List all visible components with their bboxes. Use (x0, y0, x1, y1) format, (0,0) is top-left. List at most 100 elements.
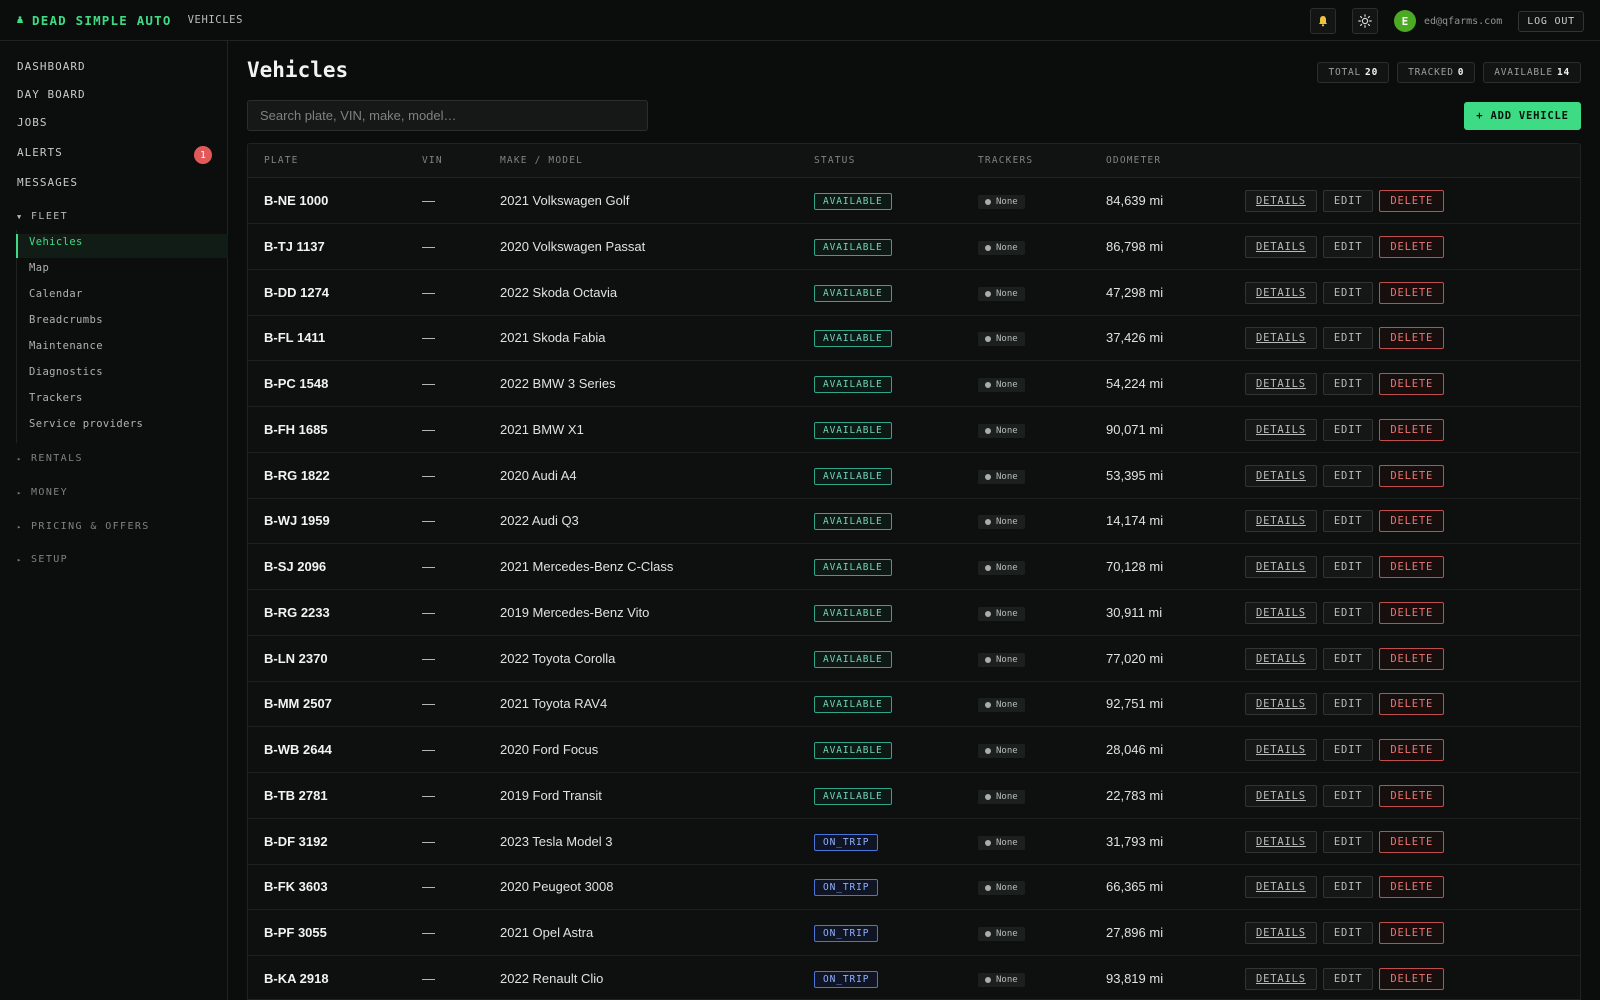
table-row[interactable]: B-PF 3055 — 2021 Opel Astra ON_TRIP None 27,8… (248, 910, 1580, 956)
edit-button[interactable]: EDIT (1322, 235, 1374, 258)
details-button[interactable]: DETAILS (1245, 327, 1317, 350)
sidebar-group-rentals[interactable]: ▸ RENTALS (17, 453, 83, 464)
table-row[interactable]: B-TB 2781 — 2019 Ford Transit AVAILABLE None… (248, 773, 1580, 819)
delete-button[interactable]: DELETE (1379, 327, 1445, 350)
details-button[interactable]: DETAILS (1245, 693, 1317, 716)
details-button[interactable]: DETAILS (1245, 876, 1317, 899)
details-button[interactable]: DETAILS (1245, 556, 1317, 578)
edit-button[interactable]: EDIT (1322, 510, 1374, 533)
notifications-button[interactable] (1309, 8, 1336, 34)
sidebar-item-service-providers[interactable]: Service providers (29, 418, 143, 430)
details-button[interactable]: DETAILS (1245, 510, 1317, 533)
edit-button[interactable]: EDIT (1322, 922, 1374, 944)
sidebar-group-money[interactable]: ▸ MONEY (17, 487, 68, 498)
details-button[interactable]: DETAILS (1245, 739, 1317, 761)
sidebar-item-trackers[interactable]: Trackers (29, 392, 83, 404)
sidebar-item-diagnostics[interactable]: Diagnostics (29, 366, 103, 378)
edit-button[interactable]: EDIT (1322, 556, 1374, 578)
column-header-status[interactable]: STATUS (814, 155, 856, 166)
edit-button[interactable]: EDIT (1322, 373, 1374, 395)
delete-button[interactable]: DELETE (1379, 967, 1445, 990)
delete-button[interactable]: DELETE (1379, 922, 1445, 944)
theme-toggle-button[interactable] (1351, 8, 1378, 34)
table-row[interactable]: B-WB 2644 — 2020 Ford Focus AVAILABLE None 28… (248, 727, 1580, 773)
column-header-plate[interactable]: PLATE (264, 155, 299, 166)
edit-button[interactable]: EDIT (1322, 876, 1374, 899)
edit-button[interactable]: EDIT (1322, 190, 1374, 212)
column-header-odometer[interactable]: ODOMETER (1106, 155, 1161, 166)
sidebar-group-setup[interactable]: ▸ SETUP (17, 554, 68, 565)
delete-button[interactable]: DELETE (1379, 693, 1445, 716)
sidebar-group-pricing-offers[interactable]: ▸ PRICING & OFFERS (17, 521, 150, 532)
sidebar-item-alerts[interactable]: ALERTS (17, 146, 63, 159)
sidebar-item-messages[interactable]: MESSAGES (17, 176, 78, 189)
table-row[interactable]: B-TJ 1137 — 2020 Volkswagen Passat AVAILABL… (248, 224, 1580, 270)
details-button[interactable]: DETAILS (1245, 373, 1317, 395)
sidebar-group-fleet[interactable]: ▼ FLEET (17, 211, 68, 222)
edit-button[interactable]: EDIT (1322, 281, 1374, 304)
sidebar-item-day-board[interactable]: DAY BOARD (17, 88, 86, 101)
delete-button[interactable]: DELETE (1379, 647, 1445, 670)
delete-button[interactable]: DELETE (1379, 373, 1445, 395)
avatar[interactable]: E (1393, 10, 1416, 32)
table-row[interactable]: B-NE 1000 — 2021 Volkswagen Golf AVAILABLE N… (248, 178, 1580, 224)
delete-button[interactable]: DELETE (1379, 830, 1445, 853)
table-row[interactable]: B-SJ 2096 — 2021 Mercedes-Benz C-Class AVAI… (248, 544, 1580, 590)
search-input[interactable] (247, 100, 648, 131)
table-row[interactable]: B-DF 3192 — 2023 Tesla Model 3 ON_TRIP None 3… (248, 819, 1580, 865)
table-row[interactable]: B-FK 3603 — 2020 Peugeot 3008 ON_TRIP None 66… (248, 864, 1580, 911)
details-button[interactable]: DETAILS (1245, 418, 1317, 441)
edit-button[interactable]: EDIT (1322, 418, 1374, 441)
delete-button[interactable]: DELETE (1379, 418, 1445, 441)
column-header-make-model[interactable]: MAKE / MODEL (500, 155, 583, 166)
column-header-trackers[interactable]: TRACKERS (978, 155, 1033, 166)
table-row[interactable]: B-PC 1548 — 2022 BMW 3 Series AVAILABLE None… (248, 361, 1580, 407)
delete-button[interactable]: DELETE (1379, 601, 1445, 624)
details-button[interactable]: DETAILS (1245, 830, 1317, 853)
edit-button[interactable]: EDIT (1322, 601, 1374, 624)
edit-button[interactable]: EDIT (1322, 784, 1374, 807)
edit-button[interactable]: EDIT (1322, 830, 1374, 853)
delete-button[interactable]: DELETE (1379, 784, 1445, 807)
delete-button[interactable]: DELETE (1379, 510, 1445, 533)
delete-button[interactable]: DELETE (1379, 739, 1445, 761)
edit-button[interactable]: EDIT (1322, 464, 1374, 487)
details-button[interactable]: DETAILS (1245, 190, 1317, 212)
brand[interactable]: DEAD SIMPLE AUTO (16, 13, 172, 28)
table-row[interactable]: B-DD 1274 — 2022 Skoda Octavia AVAILABLE Non… (248, 270, 1580, 316)
table-row[interactable]: B-RG 2233 — 2019 Mercedes-Benz Vito AVAILAB… (248, 590, 1580, 636)
sidebar-item-vehicles[interactable]: Vehicles (29, 236, 83, 248)
sidebar-item-map[interactable]: Map (29, 262, 49, 274)
delete-button[interactable]: DELETE (1379, 235, 1445, 258)
details-button[interactable]: DETAILS (1245, 647, 1317, 670)
details-button[interactable]: DETAILS (1245, 464, 1317, 487)
edit-button[interactable]: EDIT (1322, 327, 1374, 350)
delete-button[interactable]: DELETE (1379, 464, 1445, 487)
table-row[interactable]: B-FL 1411 — 2021 Skoda Fabia AVAILABLE None 3… (248, 315, 1580, 362)
sidebar-item-maintenance[interactable]: Maintenance (29, 340, 103, 352)
table-row[interactable]: B-RG 1822 — 2020 Audi A4 AVAILABLE None 53,39… (248, 453, 1580, 499)
edit-button[interactable]: EDIT (1322, 739, 1374, 761)
table-row[interactable]: B-LN 2370 — 2022 Toyota Corolla AVAILABLE No… (248, 636, 1580, 682)
add-vehicle-button[interactable]: + ADD VEHICLE (1464, 102, 1581, 130)
sidebar-item-calendar[interactable]: Calendar (29, 288, 83, 300)
details-button[interactable]: DETAILS (1245, 967, 1317, 990)
details-button[interactable]: DETAILS (1245, 922, 1317, 944)
logout-button[interactable]: LOG OUT (1518, 10, 1584, 32)
table-row[interactable]: B-KA 2918 — 2022 Renault Clio ON_TRIP None 93… (248, 956, 1580, 999)
details-button[interactable]: DETAILS (1245, 281, 1317, 304)
edit-button[interactable]: EDIT (1322, 967, 1374, 990)
sidebar-item-breadcrumbs[interactable]: Breadcrumbs (29, 314, 103, 326)
delete-button[interactable]: DELETE (1379, 556, 1445, 578)
edit-button[interactable]: EDIT (1322, 693, 1374, 716)
details-button[interactable]: DETAILS (1245, 235, 1317, 258)
details-button[interactable]: DETAILS (1245, 784, 1317, 807)
edit-button[interactable]: EDIT (1322, 647, 1374, 670)
table-row[interactable]: B-FH 1685 — 2021 BMW X1 AVAILABLE None 90,071… (248, 407, 1580, 453)
delete-button[interactable]: DELETE (1379, 190, 1445, 212)
column-header-vin[interactable]: VIN (422, 155, 443, 166)
details-button[interactable]: DETAILS (1245, 601, 1317, 624)
sidebar-item-jobs[interactable]: JOBS (17, 116, 48, 129)
sidebar-item-dashboard[interactable]: DASHBOARD (17, 60, 86, 73)
table-row[interactable]: B-MM 2507 — 2021 Toyota RAV4 AVAILABLE None 9… (248, 681, 1580, 728)
